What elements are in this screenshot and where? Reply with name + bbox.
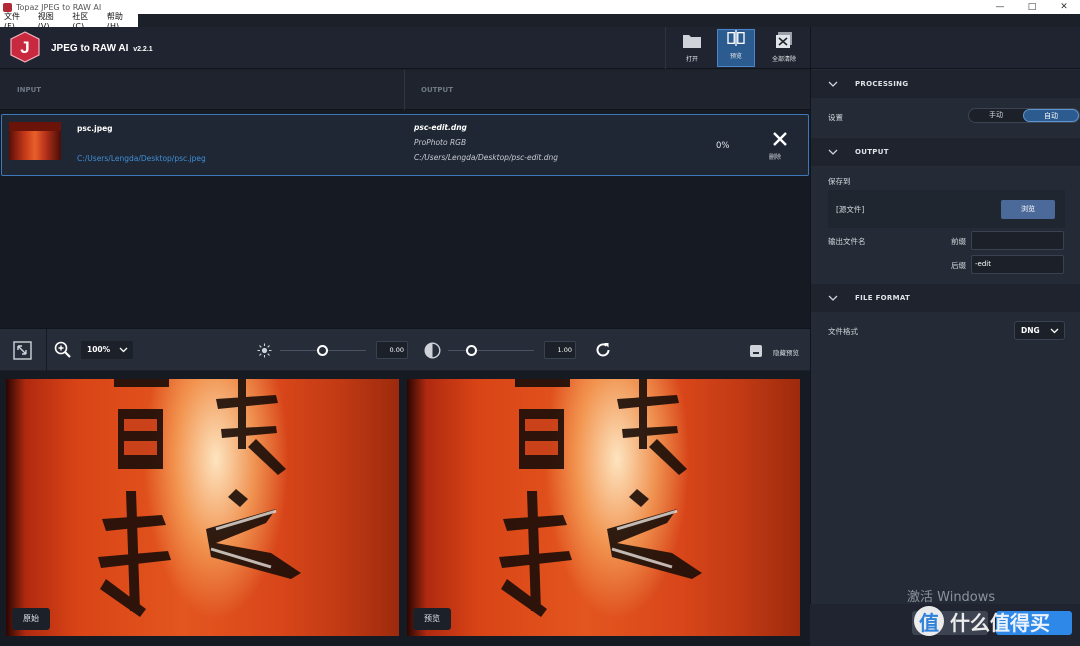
brightness-icon	[257, 343, 272, 358]
file-format-section-header[interactable]: FILE FORMAT	[811, 284, 1080, 312]
exposure-value-input[interactable]: 0.00	[376, 341, 408, 359]
hide-preview-checkbox[interactable]	[750, 345, 762, 357]
clear-all-button[interactable]: 全部清除	[761, 27, 807, 69]
preview-pane[interactable]: 预览	[407, 379, 800, 636]
output-filename-label: 输出文件名	[828, 237, 866, 246]
chevron-down-icon	[1050, 328, 1059, 334]
save-to-label: 保存到	[828, 177, 851, 186]
delete-icon[interactable]	[772, 131, 788, 147]
suffix-label: 后缀	[951, 261, 966, 270]
contrast-icon	[424, 342, 441, 359]
input-path[interactable]: C:/Users/Lengda/Desktop/psc.jpeg	[77, 154, 206, 163]
prefix-input[interactable]	[971, 231, 1064, 250]
prefix-label: 前缀	[951, 237, 966, 246]
file-format-label: 文件格式	[828, 327, 858, 336]
menu-bar: 文件(F) 视图(V) 社区(C) 帮助(H)	[0, 12, 138, 31]
column-divider	[404, 70, 405, 110]
window-titlebar: Topaz JPEG to RAW AI — □ ✕	[0, 0, 1080, 14]
smzdm-watermark: 值 什么值得买	[914, 606, 1050, 636]
minimize-button[interactable]: —	[984, 0, 1016, 14]
zoom-icon[interactable]	[54, 341, 72, 359]
image-viewer: 原始 预览	[0, 371, 810, 646]
reset-icon[interactable]	[594, 341, 612, 359]
window-controls: — □ ✕	[984, 0, 1080, 14]
chevron-down-icon	[828, 81, 838, 87]
progress-percent: 0%	[716, 141, 730, 151]
toolbar-separator	[46, 329, 47, 371]
chevron-down-icon	[828, 149, 838, 155]
input-filename: psc.jpeg	[77, 124, 113, 133]
browse-button[interactable]: 浏览	[1001, 200, 1055, 219]
processing-title: PROCESSING	[855, 80, 909, 88]
watermark-text: 什么值得买	[950, 610, 1050, 635]
app-title: JPEG to RAW AI v2.2.1	[51, 43, 153, 54]
close-button[interactable]: ✕	[1048, 0, 1080, 14]
hide-preview-label[interactable]: 隐藏预览	[773, 347, 799, 357]
list-header: INPUT OUTPUT	[0, 70, 810, 110]
output-title: OUTPUT	[855, 148, 889, 156]
activate-windows-notice: 激活 Windows	[907, 590, 996, 605]
fit-screen-icon[interactable]	[13, 341, 32, 360]
original-label: 原始	[12, 608, 50, 630]
toolbar-divider	[665, 27, 666, 69]
setting-label: 设置	[828, 113, 843, 122]
input-thumbnail	[9, 122, 61, 160]
chevron-down-icon	[828, 295, 838, 301]
folder-icon	[683, 35, 701, 48]
exposure-slider-knob[interactable]	[317, 345, 328, 356]
output-section-header[interactable]: OUTPUT	[811, 138, 1080, 166]
settings-panel: PROCESSING 设置 手动 自动 OUTPUT 保存到 [源文件] 浏览 …	[810, 27, 1080, 604]
mode-toggle: 手动 自动	[968, 108, 1080, 123]
original-pane[interactable]: 原始	[6, 379, 399, 636]
app-name: JPEG to RAW AI	[51, 43, 129, 54]
source-folder-label: [源文件]	[836, 205, 865, 214]
maximize-button[interactable]: □	[1016, 0, 1048, 14]
open-button[interactable]: 打开	[669, 27, 715, 69]
output-column-header: OUTPUT	[421, 86, 453, 94]
suffix-input[interactable]: -edit	[971, 255, 1064, 274]
open-label: 打开	[685, 56, 698, 63]
preview-image	[499, 379, 702, 617]
clear-images-icon	[776, 32, 792, 48]
menu-bar-fill	[138, 14, 1080, 27]
file-format-title: FILE FORMAT	[855, 294, 911, 302]
preview-pane-label: 预览	[413, 608, 451, 630]
app-header: J JPEG to RAW AI v2.2.1 打开 预览 全部清除	[0, 27, 810, 69]
app-version: v2.2.1	[133, 46, 153, 53]
delete-label[interactable]: 删除	[769, 152, 781, 161]
original-image	[98, 379, 301, 617]
contrast-slider-track[interactable]	[448, 350, 534, 351]
file-format-select[interactable]: DNG	[1014, 321, 1065, 340]
input-column-header: INPUT	[17, 86, 42, 94]
manual-mode-option[interactable]: 手动	[969, 109, 1023, 122]
logo-letter: J	[20, 38, 29, 57]
chevron-down-icon	[119, 347, 128, 353]
contrast-slider-knob[interactable]	[466, 345, 477, 356]
zoom-value: 100%	[87, 345, 111, 354]
preview-toolbar: 100% 0.00 1.00 隐藏预览	[0, 328, 810, 371]
file-format-value: DNG	[1021, 326, 1040, 335]
preview-label: 预览	[729, 53, 742, 60]
auto-mode-option[interactable]: 自动	[1023, 109, 1079, 122]
file-row[interactable]: psc.jpeg C:/Users/Lengda/Desktop/psc.jpe…	[1, 114, 809, 176]
clear-all-label: 全部清除	[771, 56, 796, 63]
split-view-icon	[727, 30, 745, 46]
smzdm-logo-icon: 值	[914, 606, 944, 636]
output-color-profile: ProPhoto RGB	[414, 138, 467, 147]
topaz-logo-icon: J	[10, 31, 40, 63]
contrast-value-input[interactable]: 1.00	[544, 341, 576, 359]
output-filename: psc-edit.dng	[414, 123, 467, 132]
zoom-select[interactable]: 100%	[81, 341, 133, 359]
output-path: C:/Users/Lengda/Desktop/psc-edit.dng	[414, 153, 559, 162]
file-list: INPUT OUTPUT psc.jpeg C:/Users/Lengda/De…	[0, 70, 810, 328]
preview-button[interactable]: 预览	[717, 29, 755, 67]
processing-section-header[interactable]: PROCESSING	[811, 70, 1080, 98]
settings-panel-top	[811, 27, 1080, 69]
